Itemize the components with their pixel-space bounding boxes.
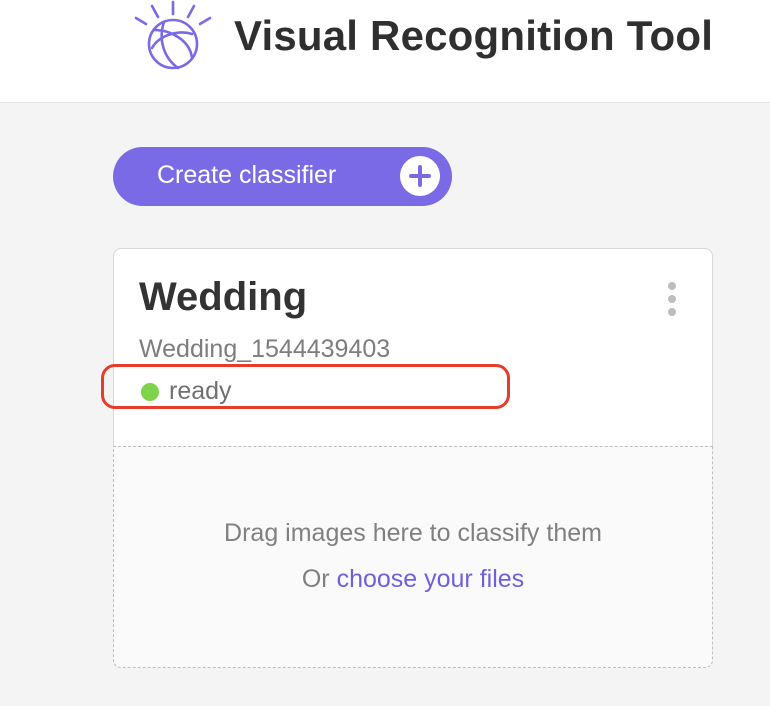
dropzone-instruction: Drag images here to classify them [224,519,602,547]
dropzone-or-text: Or [301,565,330,593]
dropzone-or-line: Or choose your files [114,565,712,594]
app-title: Visual Recognition Tool [234,12,714,59]
create-classifier-label: Create classifier [157,161,337,189]
classifier-card: Wedding Wedding_1544439403 ready Drag im… [101,248,713,668]
status-dot-icon [141,383,159,401]
classifier-id: Wedding_1544439403 [139,335,391,363]
ibm-watson-logo-icon [134,0,212,70]
image-dropzone[interactable]: Drag images here to classify them Or cho… [113,446,713,668]
choose-files-link[interactable]: choose your files [337,565,525,593]
create-classifier-button[interactable]: Create classifier [113,147,452,206]
status-text: ready [169,377,232,405]
classifier-name: Wedding [139,275,308,319]
plus-icon [400,156,440,196]
app-header: Visual Recognition Tool [0,0,770,103]
highlight-annotation [101,364,510,409]
kebab-menu-icon[interactable] [662,282,682,318]
